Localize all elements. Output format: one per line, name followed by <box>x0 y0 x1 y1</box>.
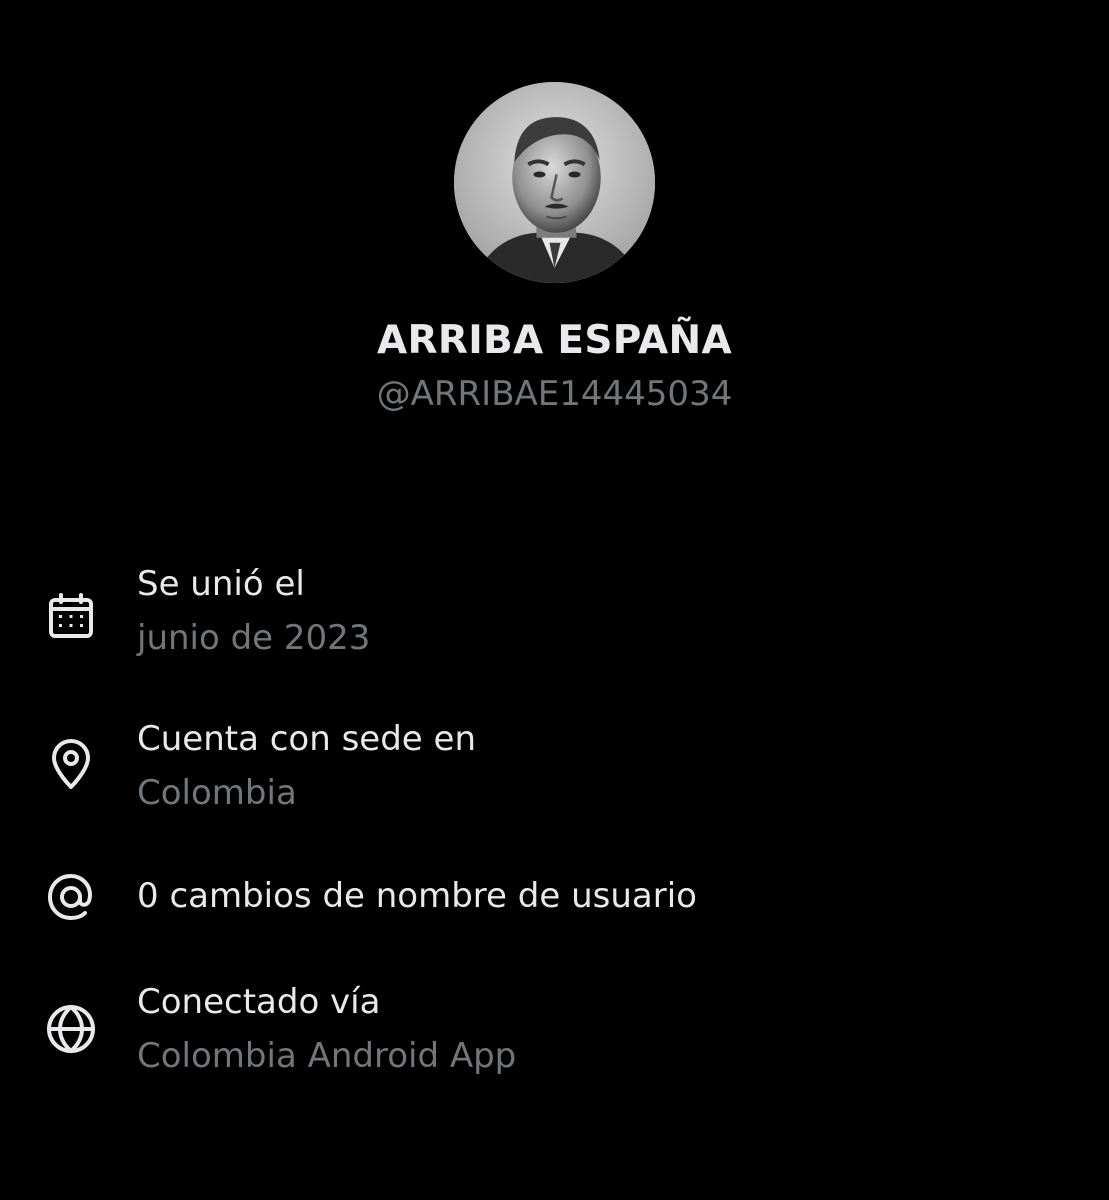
avatar[interactable] <box>454 82 655 283</box>
globe-icon <box>42 1000 100 1058</box>
calendar-icon <box>42 588 100 646</box>
joined-value: junio de 2023 <box>137 618 371 658</box>
username-handle: @ARRIBAE14445034 <box>376 374 733 414</box>
at-sign-icon <box>42 868 100 926</box>
username-changes-label: 0 cambios de nombre de usuario <box>137 876 697 916</box>
location-label: Cuenta con sede en <box>137 719 476 759</box>
connected-via-value: Colombia Android App <box>137 1036 517 1076</box>
location-pin-icon <box>42 736 100 794</box>
profile-header: ARRIBA ESPAÑA @ARRIBAE14445034 <box>0 0 1109 460</box>
avatar-photo <box>454 82 655 283</box>
connected-via-label: Conectado vía <box>137 982 381 1022</box>
display-name: ARRIBA ESPAÑA <box>377 318 732 363</box>
joined-label: Se unió el <box>137 564 305 604</box>
location-value: Colombia <box>137 773 297 813</box>
